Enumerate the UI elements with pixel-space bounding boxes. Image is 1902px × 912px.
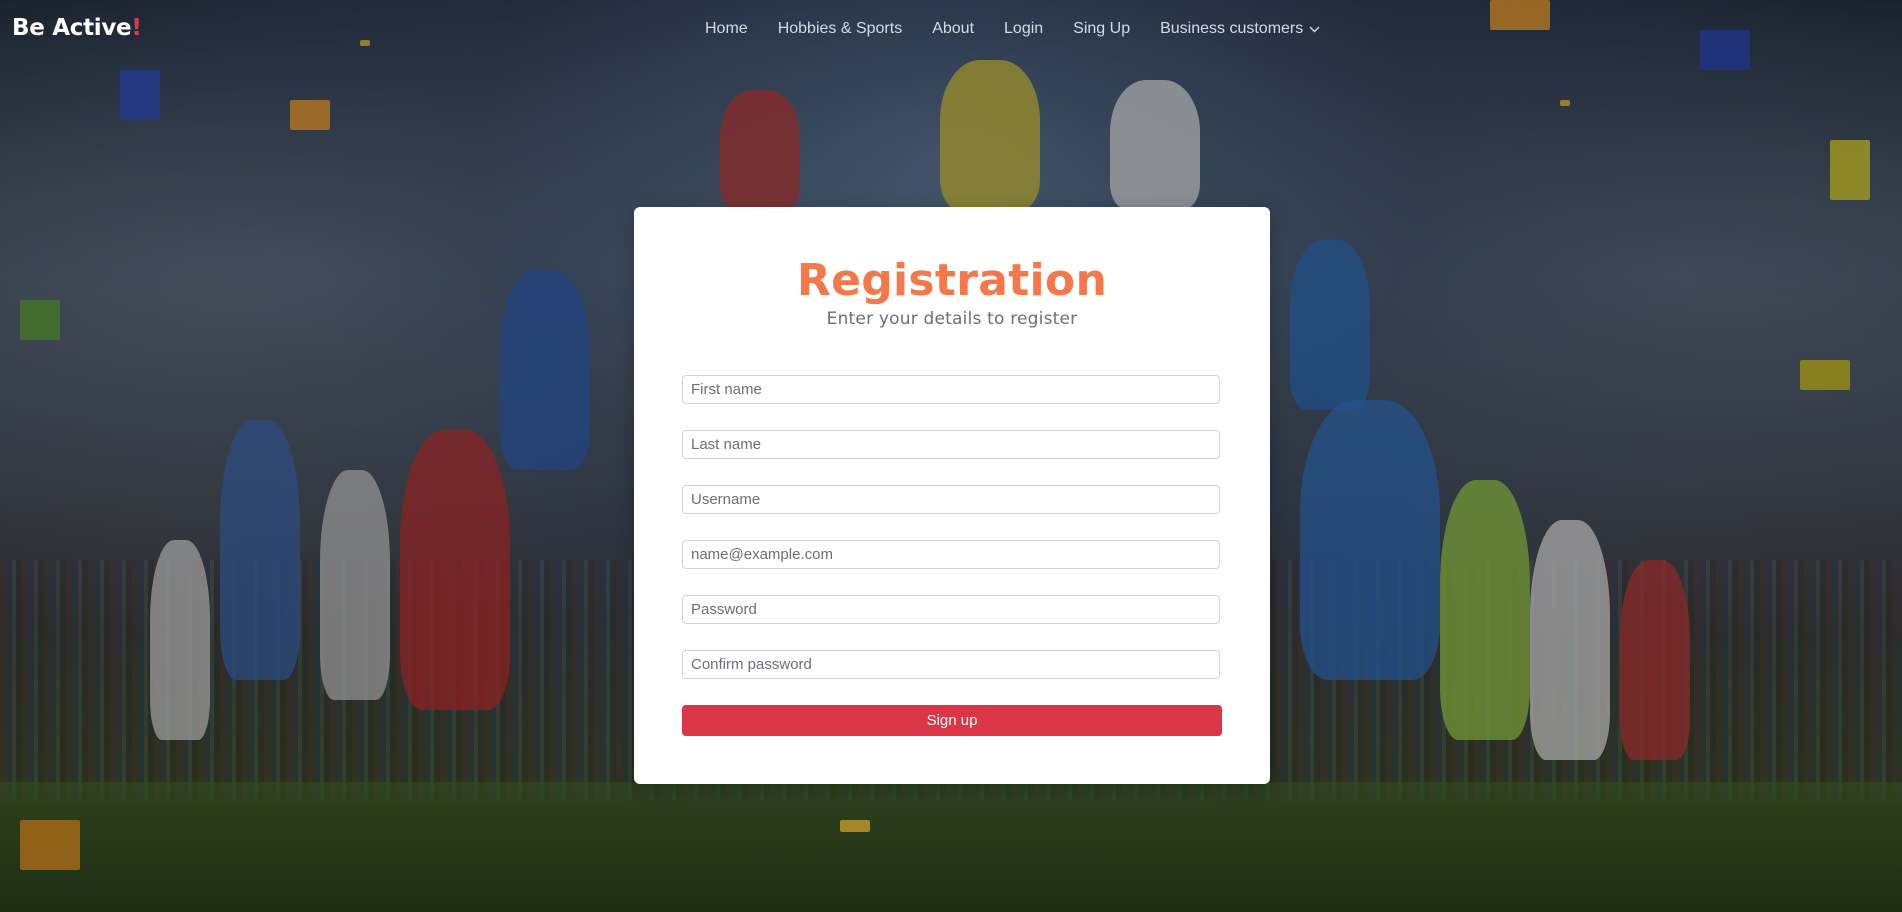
sign-up-button[interactable]: Sign up	[682, 705, 1222, 736]
nav-business-customers-label: Business customers	[1160, 20, 1304, 37]
brand-logo[interactable]: Be Active!	[12, 15, 142, 41]
page: Be Active! Home Hobbies & Sports About L…	[0, 0, 1902, 912]
registration-title: Registration	[796, 255, 1108, 306]
main-nav: Home Hobbies & Sports About Login Sing U…	[705, 20, 1350, 38]
nav-business-customers-dropdown[interactable]: Business customers	[1160, 20, 1320, 38]
nav-signup[interactable]: Sing Up	[1073, 20, 1130, 38]
username-field[interactable]	[682, 485, 1220, 514]
nav-hobbies-sports[interactable]: Hobbies & Sports	[778, 20, 903, 38]
nav-about[interactable]: About	[932, 20, 974, 38]
confirm-password-field[interactable]	[682, 650, 1220, 679]
chevron-down-icon	[1309, 26, 1320, 32]
password-field[interactable]	[682, 595, 1220, 624]
nav-login[interactable]: Login	[1004, 20, 1043, 38]
registration-subtitle: Enter your details to register	[826, 309, 1078, 329]
brand-name: Be Active	[12, 15, 132, 41]
email-field[interactable]	[682, 540, 1220, 569]
first-name-field[interactable]	[682, 375, 1220, 404]
brand-accent: !	[131, 15, 142, 41]
last-name-field[interactable]	[682, 430, 1220, 459]
navbar: Be Active! Home Hobbies & Sports About L…	[0, 0, 1902, 60]
registration-card: Registration Enter your details to regis…	[634, 207, 1270, 784]
nav-home[interactable]: Home	[705, 20, 748, 38]
